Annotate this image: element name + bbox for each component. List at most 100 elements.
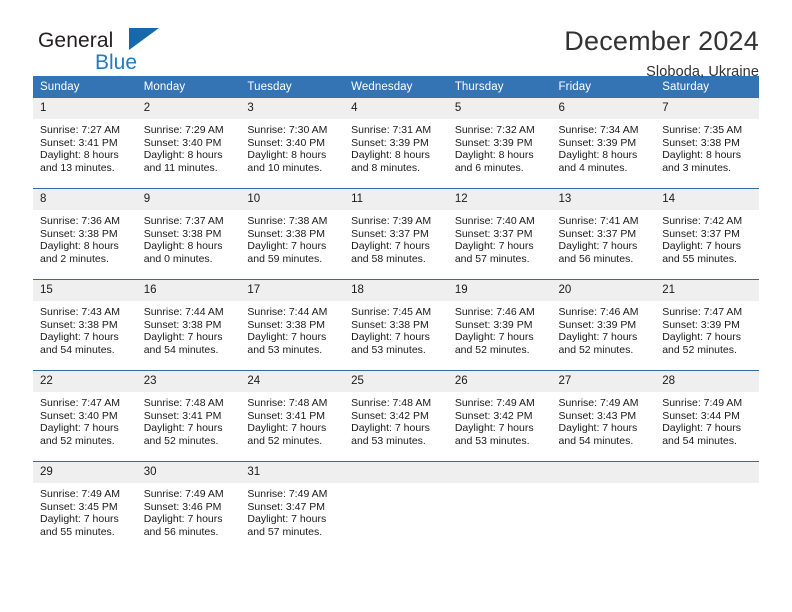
calendar-day-cell[interactable]: 20 Sunrise: 7:46 AM Sunset: 3:39 PM Dayligh…: [551, 279, 656, 371]
calendar-day-cell[interactable]: 24 Sunrise: 7:48 AM Sunset: 3:41 PM Dayligh…: [240, 370, 345, 462]
day-details: Sunrise: 7:30 AM Sunset: 3:40 PM Daylight:…: [240, 119, 344, 174]
day-details: Sunrise: 7:48 AM Sunset: 3:42 PM Daylight:…: [344, 392, 448, 447]
calendar-day-cell[interactable]: 28 Sunrise: 7:49 AM Sunset: 3:44 PM Dayligh…: [655, 370, 759, 462]
day-daylight2-text: and 56 minutes.: [143, 525, 219, 538]
day-cell-inner: 27 Sunrise: 7:49 AM Sunset: 3:43 PM Dayligh…: [551, 371, 656, 461]
day-sunrise-text: Sunrise: 7:30 AM: [247, 124, 328, 136]
calendar-day-cell[interactable]: 17 Sunrise: 7:44 AM Sunset: 3:38 PM Dayligh…: [240, 279, 345, 371]
calendar-day-cell[interactable]: 5 Sunrise: 7:32 AM Sunset: 3:39 PM Daylight…: [447, 98, 552, 189]
day-cell-inner: 10 Sunrise: 7:38 AM Sunset: 3:38 PM Dayligh…: [240, 189, 345, 279]
calendar-day-cell[interactable]: 7 Sunrise: 7:35 AM Sunset: 3:38 PM Daylight…: [655, 98, 759, 189]
day-cell-inner: 19 Sunrise: 7:46 AM Sunset: 3:39 PM Dayligh…: [447, 280, 552, 370]
day-daylight2-text: and 3 minutes.: [662, 161, 732, 174]
day-sunrise-text: Sunrise: 7:46 AM: [558, 306, 639, 318]
calendar-day-cell[interactable]: 21 Sunrise: 7:47 AM Sunset: 3:39 PM Dayligh…: [655, 279, 759, 371]
day-cell-inner: 3 Sunrise: 7:30 AM Sunset: 3:40 PM Daylight…: [240, 98, 345, 188]
calendar-day-cell[interactable]: 10 Sunrise: 7:38 AM Sunset: 3:38 PM Dayligh…: [240, 188, 345, 280]
calendar-day-cell[interactable]: 8 Sunrise: 7:36 AM Sunset: 3:38 PM Daylight…: [33, 188, 137, 280]
day-details: [552, 483, 656, 488]
title-block: December 2024 Sloboda, Ukraine: [564, 26, 759, 79]
day-details: Sunrise: 7:34 AM Sunset: 3:39 PM Daylight:…: [552, 119, 656, 174]
calendar-day-cell[interactable]: 11 Sunrise: 7:39 AM Sunset: 3:37 PM Dayligh…: [344, 188, 448, 280]
calendar-day-cell[interactable]: 6 Sunrise: 7:34 AM Sunset: 3:39 PM Daylight…: [551, 98, 656, 189]
day-sunset-text: Sunset: 3:39 PM: [558, 136, 637, 149]
day-daylight2-text: and 2 minutes.: [40, 252, 109, 265]
day-sunrise-text: Sunrise: 7:46 AM: [454, 306, 535, 318]
day-details: Sunrise: 7:27 AM Sunset: 3:41 PM Daylight:…: [33, 119, 137, 174]
day-sunrise-text: Sunrise: 7:27 AM: [40, 124, 120, 136]
calendar-day-cell[interactable]: 19 Sunrise: 7:46 AM Sunset: 3:39 PM Dayligh…: [447, 279, 552, 371]
day-cell-inner: 25 Sunrise: 7:48 AM Sunset: 3:42 PM Dayligh…: [344, 371, 448, 461]
day-cell-inner: 1 Sunrise: 7:27 AM Sunset: 3:41 PM Daylight…: [33, 98, 137, 188]
calendar-day-cell[interactable]: 12 Sunrise: 7:40 AM Sunset: 3:37 PM Dayligh…: [447, 188, 552, 280]
logo-text-blue: Blue: [95, 51, 138, 74]
day-daylight1-text: Daylight: 8 hours: [40, 149, 119, 162]
day-cell-inner: 14 Sunrise: 7:42 AM Sunset: 3:37 PM Dayligh…: [655, 189, 759, 279]
day-daylight1-text: Daylight: 7 hours: [247, 331, 327, 344]
day-daylight2-text: and 57 minutes.: [247, 525, 323, 538]
day-sunset-text: Sunset: 3:39 PM: [351, 136, 429, 149]
calendar-day-cell[interactable]: 27 Sunrise: 7:49 AM Sunset: 3:43 PM Dayligh…: [551, 370, 656, 462]
day-cell-inner: 7 Sunrise: 7:35 AM Sunset: 3:38 PM Daylight…: [655, 98, 759, 188]
day-number: 25: [344, 371, 448, 392]
day-sunrise-text: Sunrise: 7:49 AM: [454, 397, 535, 409]
day-details: Sunrise: 7:47 AM Sunset: 3:40 PM Daylight:…: [33, 392, 137, 447]
calendar-week-row: 8 Sunrise: 7:36 AM Sunset: 3:38 PM Daylight…: [33, 188, 759, 280]
calendar-empty-cell: [655, 461, 759, 552]
day-sunrise-text: Sunrise: 7:49 AM: [143, 488, 224, 500]
day-number: 6: [551, 98, 656, 119]
calendar-day-cell[interactable]: 26 Sunrise: 7:49 AM Sunset: 3:42 PM Dayligh…: [447, 370, 552, 462]
day-sunrise-text: Sunrise: 7:49 AM: [558, 397, 639, 409]
day-daylight2-text: and 57 minutes.: [454, 252, 530, 265]
day-number: 26: [447, 371, 552, 392]
day-daylight1-text: Daylight: 7 hours: [143, 331, 223, 344]
calendar-day-cell[interactable]: 1 Sunrise: 7:27 AM Sunset: 3:41 PM Daylight…: [33, 98, 137, 189]
day-sunrise-text: Sunrise: 7:43 AM: [40, 306, 120, 318]
calendar-day-cell[interactable]: 31 Sunrise: 7:49 AM Sunset: 3:47 PM Dayligh…: [240, 461, 345, 552]
day-daylight2-text: and 6 minutes.: [454, 161, 524, 174]
day-details: Sunrise: 7:40 AM Sunset: 3:37 PM Daylight:…: [448, 210, 552, 265]
day-details: Sunrise: 7:49 AM Sunset: 3:42 PM Daylight:…: [448, 392, 552, 447]
calendar-day-cell[interactable]: 25 Sunrise: 7:48 AM Sunset: 3:42 PM Dayligh…: [344, 370, 448, 462]
day-details: Sunrise: 7:48 AM Sunset: 3:41 PM Daylight:…: [240, 392, 344, 447]
weekday-header-tuesday: Tuesday: [240, 76, 345, 98]
day-sunrise-text: Sunrise: 7:41 AM: [558, 215, 639, 227]
day-details: Sunrise: 7:49 AM Sunset: 3:43 PM Daylight:…: [552, 392, 656, 447]
calendar-day-cell[interactable]: 14 Sunrise: 7:42 AM Sunset: 3:37 PM Dayligh…: [655, 188, 759, 280]
day-sunrise-text: Sunrise: 7:48 AM: [143, 397, 224, 409]
day-cell-inner: 8 Sunrise: 7:36 AM Sunset: 3:38 PM Daylight…: [33, 189, 137, 279]
day-sunset-text: Sunset: 3:41 PM: [40, 136, 118, 149]
day-details: Sunrise: 7:29 AM Sunset: 3:40 PM Daylight:…: [137, 119, 241, 174]
day-daylight1-text: Daylight: 8 hours: [558, 149, 638, 162]
day-daylight1-text: Daylight: 8 hours: [454, 149, 534, 162]
calendar-day-cell[interactable]: 4 Sunrise: 7:31 AM Sunset: 3:39 PM Daylight…: [344, 98, 448, 189]
day-daylight1-text: Daylight: 7 hours: [558, 422, 638, 435]
calendar-day-cell[interactable]: 23 Sunrise: 7:48 AM Sunset: 3:41 PM Dayligh…: [136, 370, 241, 462]
calendar-day-cell[interactable]: 13 Sunrise: 7:41 AM Sunset: 3:37 PM Dayligh…: [551, 188, 656, 280]
day-sunset-text: Sunset: 3:44 PM: [662, 409, 740, 422]
day-daylight2-text: and 53 minutes.: [247, 343, 323, 356]
calendar-day-cell[interactable]: 18 Sunrise: 7:45 AM Sunset: 3:38 PM Dayligh…: [344, 279, 448, 371]
day-details: Sunrise: 7:44 AM Sunset: 3:38 PM Daylight:…: [240, 301, 344, 356]
day-sunset-text: Sunset: 3:39 PM: [454, 318, 533, 331]
day-daylight2-text: and 54 minutes.: [558, 434, 634, 447]
calendar-day-cell[interactable]: 16 Sunrise: 7:44 AM Sunset: 3:38 PM Dayligh…: [136, 279, 241, 371]
day-daylight1-text: Daylight: 7 hours: [143, 513, 223, 526]
calendar-day-cell[interactable]: 30 Sunrise: 7:49 AM Sunset: 3:46 PM Dayligh…: [136, 461, 241, 552]
calendar-day-cell[interactable]: 2 Sunrise: 7:29 AM Sunset: 3:40 PM Daylight…: [136, 98, 241, 189]
calendar-day-cell[interactable]: 3 Sunrise: 7:30 AM Sunset: 3:40 PM Daylight…: [240, 98, 345, 189]
calendar-day-cell[interactable]: 29 Sunrise: 7:49 AM Sunset: 3:45 PM Dayligh…: [33, 461, 137, 552]
day-daylight2-text: and 4 minutes.: [558, 161, 628, 174]
general-blue-logo[interactable]: General Blue: [33, 27, 203, 79]
calendar-day-cell[interactable]: 9 Sunrise: 7:37 AM Sunset: 3:38 PM Daylight…: [136, 188, 241, 280]
calendar-day-cell[interactable]: 22 Sunrise: 7:47 AM Sunset: 3:40 PM Dayligh…: [33, 370, 137, 462]
weekday-header-wednesday: Wednesday: [344, 76, 448, 98]
calendar-day-cell[interactable]: 15 Sunrise: 7:43 AM Sunset: 3:38 PM Dayligh…: [33, 279, 137, 371]
day-sunset-text: Sunset: 3:38 PM: [143, 227, 222, 240]
day-daylight1-text: Daylight: 7 hours: [454, 331, 534, 344]
day-cell-inner: 6 Sunrise: 7:34 AM Sunset: 3:39 PM Daylight…: [551, 98, 656, 188]
day-sunrise-text: Sunrise: 7:44 AM: [143, 306, 224, 318]
day-details: Sunrise: 7:36 AM Sunset: 3:38 PM Daylight:…: [33, 210, 137, 265]
day-daylight1-text: Daylight: 7 hours: [558, 331, 638, 344]
day-cell-inner: 29 Sunrise: 7:49 AM Sunset: 3:45 PM Dayligh…: [33, 462, 137, 552]
